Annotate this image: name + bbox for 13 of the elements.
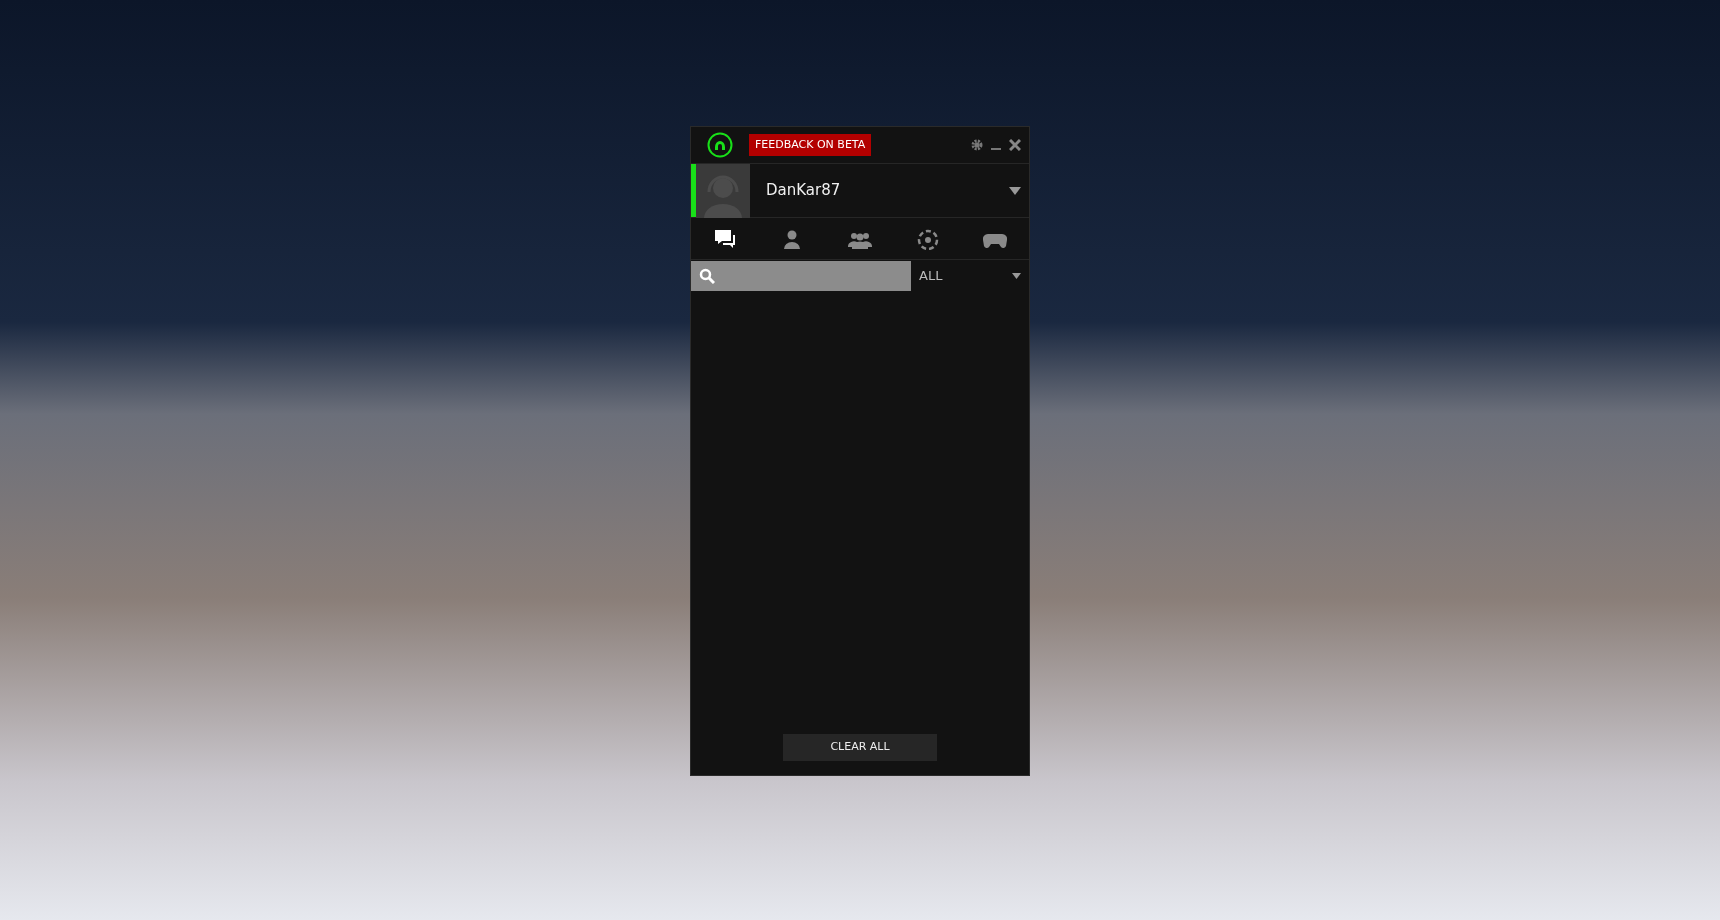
dropdown-caret-icon[interactable] xyxy=(1012,273,1021,279)
search-field[interactable] xyxy=(691,261,911,291)
headset-logo-icon xyxy=(707,132,733,158)
feedback-link[interactable]: FEEDBACK ON BETA xyxy=(749,133,872,157)
close-icon[interactable] xyxy=(1009,139,1021,151)
dotted-ring-icon xyxy=(915,227,940,250)
settings-icon[interactable] xyxy=(971,139,983,151)
filter-dropdown[interactable]: ALL xyxy=(911,266,1012,286)
username: DanKar87 xyxy=(766,180,841,202)
chat-bubbles-icon xyxy=(712,227,737,250)
search-icon xyxy=(699,268,715,284)
dropdown-caret-icon[interactable] xyxy=(1009,186,1021,195)
clear-all-button[interactable]: CLEAR ALL xyxy=(783,734,937,761)
